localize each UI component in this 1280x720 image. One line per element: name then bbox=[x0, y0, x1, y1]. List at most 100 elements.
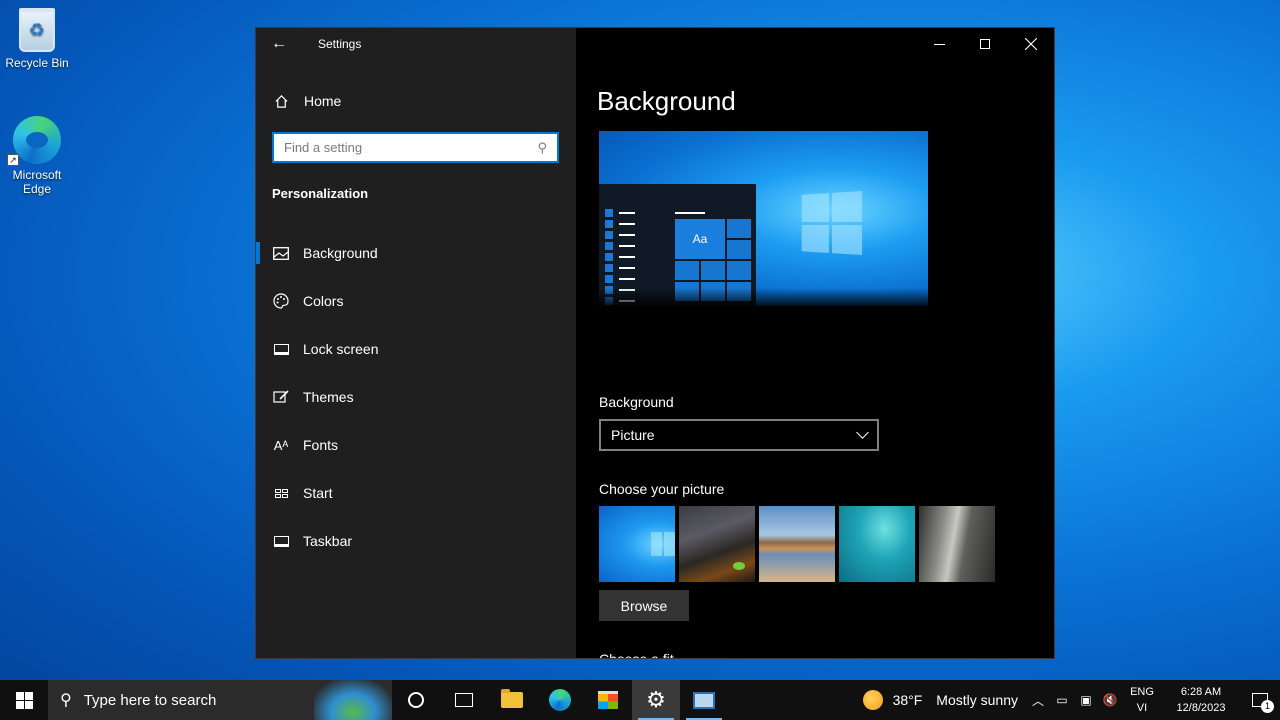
store-icon bbox=[598, 691, 618, 709]
nav-item-fonts[interactable]: Aᴬ Fonts bbox=[256, 421, 576, 469]
nav-item-label: Start bbox=[303, 485, 333, 501]
fonts-icon: Aᴬ bbox=[273, 437, 289, 453]
section-title: Personalization bbox=[272, 186, 369, 201]
nav-item-label: Colors bbox=[303, 293, 344, 309]
search-highlight-image bbox=[314, 680, 392, 720]
picture-thumbnail-windows[interactable] bbox=[599, 506, 675, 582]
picture-thumbnail-beach-rocks[interactable] bbox=[759, 506, 835, 582]
window-controls bbox=[916, 28, 1054, 60]
gear-icon: ⚙ bbox=[646, 687, 666, 712]
nav-item-label: Lock screen bbox=[303, 341, 379, 357]
picture-thumbnail-rock-cliff[interactable] bbox=[919, 506, 995, 582]
back-arrow-icon[interactable]: ← bbox=[256, 28, 302, 60]
edge-icon bbox=[549, 689, 571, 711]
recycle-bin-icon bbox=[19, 8, 55, 52]
search-icon: ⚲ bbox=[60, 692, 72, 709]
taskbar-search-text: Type here to search bbox=[83, 691, 217, 709]
edge-taskbar-button[interactable] bbox=[536, 680, 584, 720]
minimize-icon bbox=[933, 43, 945, 45]
settings-taskbar-button[interactable]: ⚙ bbox=[632, 680, 680, 720]
close-button[interactable] bbox=[1008, 28, 1054, 60]
nav-item-lock-screen[interactable]: Lock screen bbox=[256, 325, 576, 373]
weather-temp: 38°F bbox=[892, 692, 923, 708]
system-tray: ︿ ▭ ▣ 🔇 ENG VI 6:28 AM 12/8/2023 1 bbox=[1026, 680, 1280, 720]
settings-nav-pane: ← Settings Home ⚲ Personalization Backgr… bbox=[256, 28, 576, 658]
choose-fit-label: Choose a fit bbox=[599, 651, 674, 659]
action-center-button[interactable]: 1 bbox=[1240, 693, 1280, 713]
find-setting-search[interactable]: ⚲ bbox=[272, 132, 559, 163]
clock-date: 12/8/2023 bbox=[1176, 702, 1226, 714]
nav-item-label: Themes bbox=[303, 389, 354, 405]
dropdown-value: Picture bbox=[611, 427, 655, 443]
close-icon bbox=[1025, 38, 1037, 50]
remote-app-taskbar-button[interactable] bbox=[680, 680, 728, 720]
cortana-icon bbox=[408, 692, 424, 708]
language-indicator[interactable]: ENG VI bbox=[1122, 684, 1162, 716]
edge-label: Microsoft Edge bbox=[12, 168, 62, 196]
recycle-bin-label: Recycle Bin bbox=[5, 56, 69, 70]
nav-item-colors[interactable]: Colors bbox=[256, 277, 576, 325]
notification-count: 1 bbox=[1261, 700, 1274, 713]
clock-time: 6:28 AM bbox=[1180, 686, 1222, 698]
nav-item-label: Background bbox=[303, 245, 378, 261]
nav-item-label: Taskbar bbox=[303, 533, 353, 549]
browse-button[interactable]: Browse bbox=[599, 590, 689, 621]
chevron-up-icon[interactable]: ︿ bbox=[1026, 692, 1050, 709]
lang-line1: ENG bbox=[1130, 686, 1154, 698]
background-preview: Aa bbox=[599, 131, 928, 306]
start-icon bbox=[272, 484, 290, 502]
personalization-nav-list: Background Colors Lock screen Themes Aᴬ bbox=[256, 229, 576, 565]
start-button[interactable] bbox=[0, 680, 48, 720]
title-bar: ← Settings bbox=[256, 28, 576, 60]
settings-window: ← Settings Home ⚲ Personalization Backgr… bbox=[255, 27, 1055, 659]
cortana-button[interactable] bbox=[392, 680, 440, 720]
device-icon[interactable]: ▭ bbox=[1050, 693, 1074, 707]
background-type-dropdown[interactable]: Picture bbox=[599, 419, 879, 451]
nav-item-background[interactable]: Background bbox=[256, 229, 576, 277]
microsoft-edge-desktop-icon[interactable]: ↗ Microsoft Edge bbox=[0, 116, 74, 196]
search-icon: ⚲ bbox=[537, 139, 547, 155]
maximize-button[interactable] bbox=[962, 28, 1008, 60]
settings-content: Background Aa Background Picture Choose … bbox=[576, 60, 1054, 659]
home-nav-item[interactable]: Home bbox=[272, 88, 341, 114]
choose-picture-label: Choose your picture bbox=[599, 481, 725, 497]
minimize-button[interactable] bbox=[916, 28, 962, 60]
app-title: Settings bbox=[318, 37, 362, 51]
store-taskbar-button[interactable] bbox=[584, 680, 632, 720]
taskbar: ⚲ Type here to search ⚙ 38°F Mostly sunn… bbox=[0, 680, 1280, 720]
nav-item-label: Fonts bbox=[303, 437, 339, 453]
clock[interactable]: 6:28 AM 12/8/2023 bbox=[1162, 684, 1240, 716]
picture-thumbnail-underwater[interactable] bbox=[839, 506, 915, 582]
background-type-label: Background bbox=[599, 394, 674, 410]
home-icon bbox=[272, 94, 290, 109]
task-view-button[interactable] bbox=[440, 680, 488, 720]
page-title: Background bbox=[597, 86, 736, 116]
lock-screen-icon bbox=[272, 340, 290, 358]
palette-icon bbox=[272, 292, 290, 310]
volume-muted-icon[interactable]: 🔇 bbox=[1098, 693, 1122, 707]
weather-description: Mostly sunny bbox=[936, 692, 1018, 708]
windows-logo-icon bbox=[15, 691, 33, 709]
taskbar-search-box[interactable]: ⚲ Type here to search bbox=[48, 680, 392, 720]
lang-line2: VI bbox=[1136, 702, 1148, 714]
chevron-down-icon bbox=[856, 426, 869, 439]
nav-item-taskbar[interactable]: Taskbar bbox=[256, 517, 576, 565]
recycle-bin-desktop-icon[interactable]: Recycle Bin bbox=[0, 8, 74, 70]
search-input[interactable] bbox=[284, 140, 538, 155]
sun-icon bbox=[862, 690, 883, 710]
picture-thumbnails bbox=[599, 506, 995, 582]
notification-icon: 1 bbox=[1252, 693, 1274, 713]
brush-icon bbox=[272, 388, 290, 406]
nav-item-themes[interactable]: Themes bbox=[256, 373, 576, 421]
picture-thumbnail-night-sky[interactable] bbox=[679, 506, 755, 582]
shortcut-arrow-icon: ↗ bbox=[7, 154, 19, 166]
picture-icon bbox=[272, 244, 290, 262]
file-explorer-button[interactable] bbox=[488, 680, 536, 720]
preview-tile-text: Aa bbox=[675, 219, 725, 259]
weather-widget[interactable]: 38°F Mostly sunny bbox=[855, 680, 1026, 720]
folder-icon bbox=[501, 689, 523, 708]
task-view-icon bbox=[455, 693, 473, 707]
edge-icon: ↗ bbox=[7, 116, 61, 166]
network-icon[interactable]: ▣ bbox=[1074, 693, 1098, 707]
nav-item-start[interactable]: Start bbox=[256, 469, 576, 517]
